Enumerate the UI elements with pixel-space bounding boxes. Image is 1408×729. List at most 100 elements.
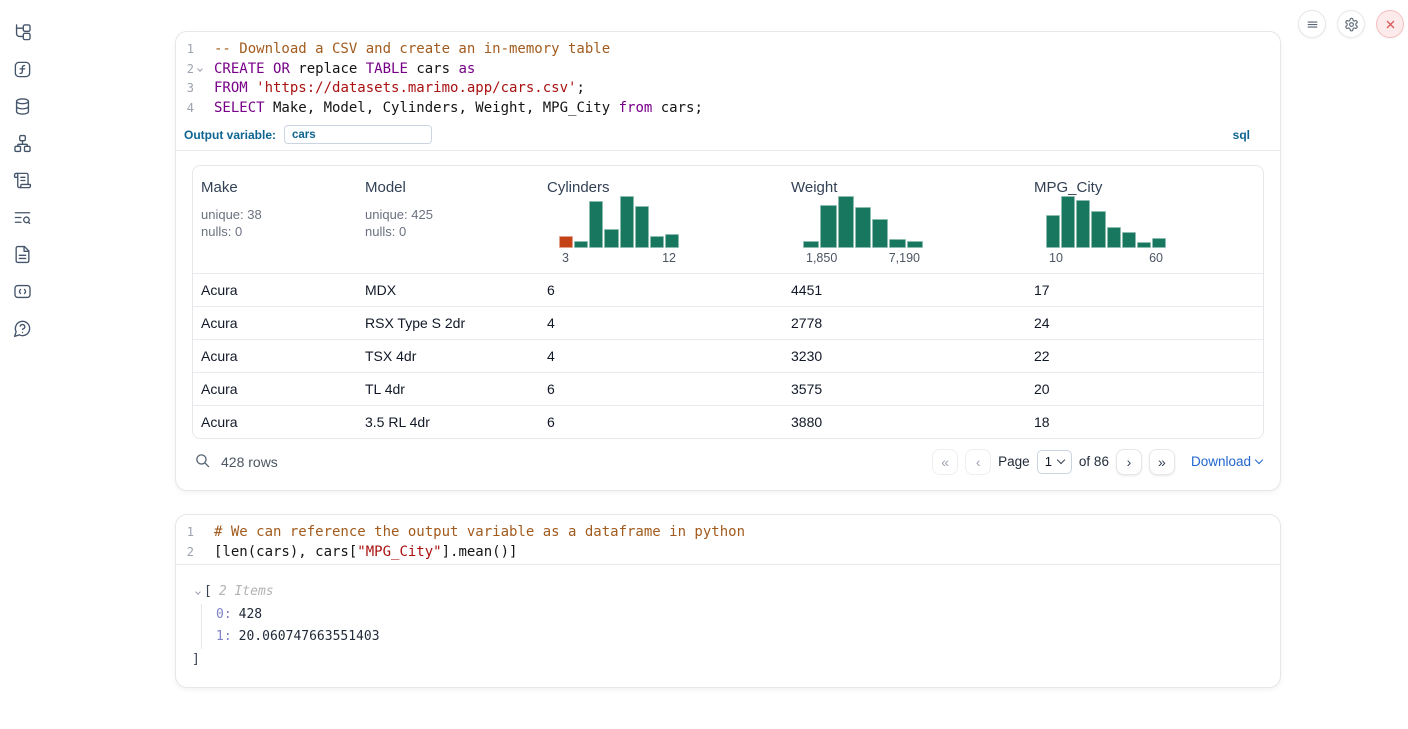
tree-children: 0:4281:20.060747663551403 [201, 604, 1264, 649]
output-variable-row: Output variable: sql [176, 125, 1280, 150]
output-variable-label: Output variable: [184, 128, 276, 142]
chevron-down-icon [1057, 456, 1065, 464]
table-cell: 6 [539, 414, 783, 430]
cylinders-histogram[interactable]: 3 12 [559, 196, 679, 265]
table-cell: 3880 [783, 414, 1026, 430]
table-cell: TSX 4dr [357, 348, 539, 364]
sidebar-item-help[interactable] [12, 318, 32, 338]
open-bracket: [ [204, 581, 212, 604]
last-page-button[interactable]: » [1149, 449, 1175, 475]
table-row[interactable]: AcuraTL 4dr6357520 [193, 372, 1263, 405]
double-chevron-left-icon: « [941, 455, 949, 469]
fold-gutter [194, 543, 206, 563]
column-label[interactable]: Model [365, 179, 531, 196]
code-line: 2[len(cars), cars["MPG_City"].mean()] [176, 543, 1280, 563]
table-cell: Acura [193, 381, 357, 397]
file-tree-icon [13, 23, 32, 42]
histogram-bar [1061, 196, 1075, 248]
mpg-city-histogram[interactable]: 10 60 [1046, 196, 1166, 265]
sidebar-item-logs[interactable] [12, 170, 32, 190]
table-row[interactable]: AcuraTSX 4dr4323022 [193, 339, 1263, 372]
function-icon [13, 60, 32, 79]
sql-code-editor[interactable]: 1 -- Download a CSV and create an in-memo… [176, 32, 1280, 120]
page-select[interactable]: 1 [1037, 450, 1072, 474]
stat-nulls: nulls: 0 [201, 223, 349, 240]
table-row[interactable]: Acura3.5 RL 4dr6388018 [193, 405, 1263, 438]
histogram-bar [665, 234, 679, 248]
table-cell: 4451 [783, 282, 1026, 298]
download-label: Download [1191, 454, 1251, 469]
code-text: -- Download a CSV and create an in-memor… [206, 40, 610, 60]
fold-gutter [194, 99, 206, 119]
column-label[interactable]: MPG_City [1034, 179, 1255, 196]
histogram-bar [559, 236, 573, 248]
line-number: 3 [176, 79, 194, 99]
tree-head: [ 2 Items [192, 581, 1264, 604]
fold-gutter [194, 79, 206, 99]
histogram-bar [1091, 211, 1105, 248]
collapse-toggle[interactable] [192, 590, 204, 594]
page-total-label: of 86 [1079, 454, 1109, 469]
chevron-down-icon [195, 589, 201, 595]
table-row[interactable]: AcuraMDX6445117 [193, 273, 1263, 306]
weight-histogram[interactable]: 1,850 7,190 [803, 196, 923, 265]
histogram-bar [620, 196, 634, 248]
sidebar-item-snippets[interactable] [12, 281, 32, 301]
sidebar-item-log-search[interactable] [12, 207, 32, 227]
shutdown-button[interactable] [1376, 10, 1404, 38]
histogram-bar [650, 236, 664, 248]
python-code-editor[interactable]: 1# We can reference the output variable … [176, 515, 1280, 564]
histogram-axis-labels: 10 60 [1046, 251, 1166, 265]
line-number: 1 [176, 523, 194, 543]
line-number: 2 [176, 543, 194, 563]
tree-entry: 0:428 [216, 604, 1264, 627]
column-label[interactable]: Cylinders [547, 179, 775, 196]
histogram-bar [1137, 242, 1151, 248]
sidebar-item-datasources[interactable] [12, 96, 32, 116]
menu-button[interactable] [1298, 10, 1326, 38]
axis-max: 60 [1149, 251, 1163, 265]
table-cell: RSX Type S 2dr [357, 315, 539, 331]
sidebar-item-dependency-graph[interactable] [12, 133, 32, 153]
histogram-bar [1152, 238, 1166, 248]
python-cell: 1# We can reference the output variable … [175, 514, 1281, 688]
histogram-axis-labels: 3 12 [559, 251, 679, 265]
axis-min: 10 [1049, 251, 1063, 265]
column-label[interactable]: Weight [791, 179, 1018, 196]
pagination: « ‹ Page 1 of 86 › » [932, 449, 1175, 475]
sidebar-item-variables[interactable] [12, 59, 32, 79]
search-button[interactable] [194, 452, 211, 472]
histogram-bar [574, 241, 588, 248]
fold-toggle[interactable] [194, 60, 206, 80]
download-button[interactable]: Download [1191, 454, 1262, 469]
histogram-bar [838, 196, 854, 248]
stat-nulls: nulls: 0 [365, 223, 531, 240]
scroll-icon [13, 171, 32, 190]
histogram-bar [907, 241, 923, 248]
page-select-value: 1 [1045, 454, 1052, 469]
column-label[interactable]: Make [201, 179, 349, 196]
tree-entry: 1:20.060747663551403 [216, 626, 1264, 649]
table-footer: 428 rows « ‹ Page 1 of 86 › » Download [192, 439, 1264, 484]
fold-gutter [194, 523, 206, 543]
next-page-button[interactable]: › [1116, 449, 1142, 475]
chevron-down-icon [1255, 456, 1263, 464]
prev-page-button[interactable]: ‹ [965, 449, 991, 475]
sql-cell-output: Make unique: 38 nulls: 0 Model unique: 4… [176, 151, 1280, 490]
line-number: 1 [176, 40, 194, 60]
table-cell: Acura [193, 315, 357, 331]
sidebar-item-documentation[interactable] [12, 244, 32, 264]
settings-button[interactable] [1337, 10, 1365, 38]
tree-value: 20.060747663551403 [239, 629, 380, 644]
document-icon [13, 245, 32, 264]
snippets-icon [13, 282, 32, 301]
line-number: 4 [176, 99, 194, 119]
table-row[interactable]: AcuraRSX Type S 2dr4277824 [193, 306, 1263, 339]
histogram-bar [803, 241, 819, 248]
output-variable-input[interactable] [284, 125, 432, 144]
histogram-bar [1122, 232, 1136, 248]
sidebar-item-file-tree[interactable] [12, 22, 32, 42]
axis-max: 7,190 [889, 251, 920, 265]
data-table: Make unique: 38 nulls: 0 Model unique: 4… [192, 165, 1264, 439]
first-page-button[interactable]: « [932, 449, 958, 475]
